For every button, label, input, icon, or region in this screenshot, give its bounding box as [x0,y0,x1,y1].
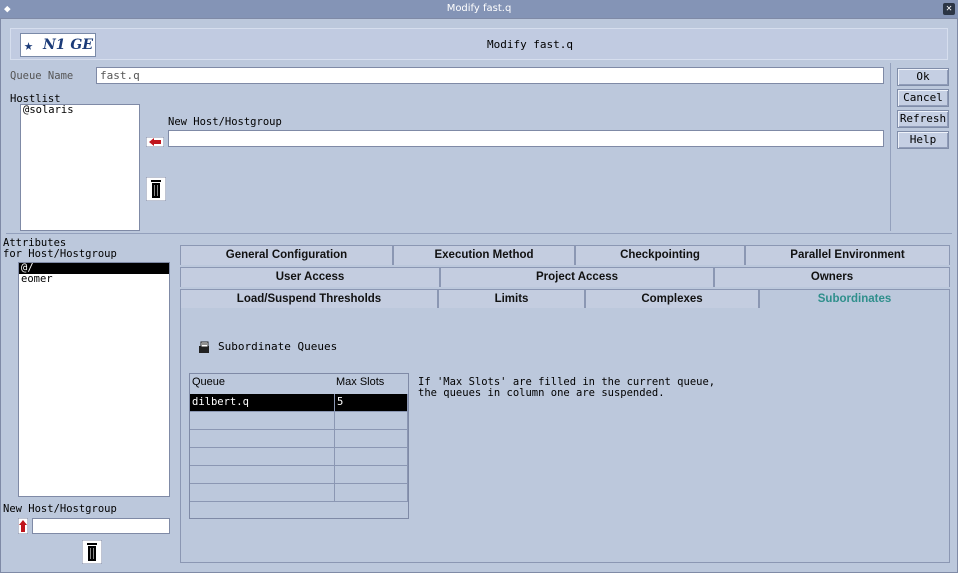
table-cell[interactable] [190,430,335,448]
refresh-button[interactable]: Refresh [897,110,949,128]
table-cell[interactable] [190,466,335,484]
tab-complexes[interactable]: Complexes [585,289,759,309]
subordinate-queues-icon [198,340,210,354]
tab-general-configuration[interactable]: General Configuration [180,245,393,265]
table-cell[interactable] [335,484,408,502]
column-header-max-slots[interactable]: Max Slots [336,374,410,390]
help-button[interactable]: Help [897,131,949,149]
attributes-label-2: for Host/Hostgroup [3,248,117,260]
tab-checkpointing[interactable]: Checkpointing [575,245,745,265]
table-cell[interactable] [190,448,335,466]
table-cell[interactable]: 5 [335,394,408,412]
queue-name-label: Queue Name [10,70,74,82]
ok-button[interactable]: Ok [897,68,949,86]
table-cell[interactable] [335,466,408,484]
table-cell[interactable] [190,484,335,502]
window-titlebar: Modify fast.q [0,0,958,18]
subordinate-queues-title: Subordinate Queues [218,340,338,353]
hostlist-list[interactable]: @solaris [20,104,140,231]
close-icon[interactable]: ✕ [943,3,955,15]
column-header-queue[interactable]: Queue [192,374,332,390]
tab-project-access[interactable]: Project Access [440,267,714,287]
list-item[interactable]: eomer [19,274,169,285]
tab-user-access[interactable]: User Access [180,267,440,287]
tab-execution-method[interactable]: Execution Method [393,245,575,265]
logo-figure-icon: ★ [24,36,34,54]
window-menu-icon[interactable]: ◆ [4,3,16,15]
table-cell[interactable]: dilbert.q [190,394,335,412]
tab-limits[interactable]: Limits [438,289,585,309]
trash-icon[interactable] [81,539,103,565]
add-attribute-host-arrow-icon[interactable] [17,517,29,535]
table-cell[interactable] [335,412,408,430]
cancel-button[interactable]: Cancel [897,89,949,107]
tab-owners[interactable]: Owners [714,267,950,287]
subordinates-rows: dilbert.q 5 [190,394,408,519]
add-host-arrow-icon[interactable] [145,136,165,148]
new-host-label-2: New Host/Hostgroup [3,503,117,515]
table-cell[interactable] [190,412,335,430]
horizontal-separator [6,233,952,234]
attributes-host-list[interactable]: @/ eomer [18,262,170,497]
subordinates-note-2: the queues in column one are suspended. [418,387,665,399]
tab-subordinates[interactable]: Subordinates [759,289,950,309]
list-item[interactable]: @solaris [21,105,139,116]
subordinates-table: Queue Max Slots dilbert.q 5 [189,373,409,519]
tab-load-suspend-thresholds[interactable]: Load/Suspend Thresholds [180,289,438,309]
dialog-title: Modify fast.q [486,38,574,51]
tab-parallel-environment[interactable]: Parallel Environment [745,245,950,265]
window-title: Modify fast.q [446,3,512,14]
queue-name-field[interactable]: fast.q [96,67,884,84]
vertical-separator [890,63,891,231]
table-cell[interactable] [335,448,408,466]
trash-icon[interactable] [145,176,167,202]
new-host-label: New Host/Hostgroup [168,116,282,128]
table-cell[interactable] [335,430,408,448]
new-host-field[interactable] [168,130,884,147]
new-attribute-host-field[interactable] [32,518,170,534]
